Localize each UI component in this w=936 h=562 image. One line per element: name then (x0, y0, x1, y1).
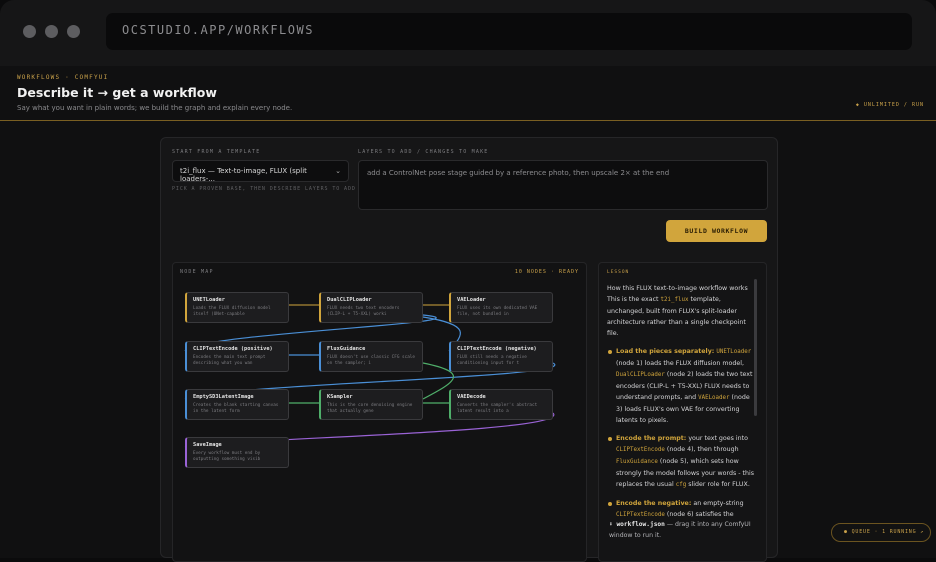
header-divider (0, 120, 936, 121)
lesson-bullet-2: Encode the prompt: your text goes into C… (607, 433, 757, 491)
window-close-dot[interactable] (23, 25, 36, 38)
lesson-text: (node 4), then through (666, 446, 739, 453)
node-desc: FLUX needs two text encoders (CLIP-L + T… (327, 306, 400, 317)
bullet-title: Encode the prompt: (616, 435, 687, 442)
browser-chrome: OCSTUDIO.APP/WORKFLOWS (0, 0, 936, 66)
code-token: cfg (675, 482, 687, 488)
node-vaeloader[interactable]: VAELoader FLUX uses its own dedicated VA… (449, 292, 553, 323)
lesson-intro: How this FLUX text-to-image workflow wor… (607, 283, 757, 339)
bullet-title: Load the pieces separately: (616, 348, 715, 355)
breadcrumb[interactable]: WORKFLOWS · COMFYUI (17, 74, 108, 81)
node-desc: FLUX uses its own dedicated VAE file, no… (457, 306, 538, 317)
node-desc: Converts the sampler's abstract latent r… (457, 403, 538, 414)
layers-label: LAYERS TO ADD / CHANGES TO MAKE (358, 149, 489, 155)
queue-status-pill[interactable]: ● QUEUE · 1 RUNNING ↗ (831, 523, 931, 542)
node-title: EmptySD3LatentImage (193, 394, 254, 400)
node-desc: FLUX still needs a negative conditioning… (457, 355, 527, 366)
workflow-json-link[interactable]: ⬇ workflow.json (609, 521, 665, 528)
template-select[interactable]: t2i_flux — Text-to-image, FLUX (split lo… (172, 160, 349, 183)
code-token: DualCLIPLoader (616, 372, 665, 378)
node-desc: Loads the FLUX diffusion model itself (U… (193, 306, 271, 317)
node-title: CLIPTextEncode (negative) (457, 346, 537, 352)
browser-window: OCSTUDIO.APP/WORKFLOWS WORKFLOWS · COMFY… (0, 0, 936, 562)
code-token: FluxGuidance (616, 459, 658, 465)
node-vaedecode[interactable]: VAEDecode Converts the sampler's abstrac… (449, 389, 553, 420)
builder-panel: START FROM A TEMPLATE t2i_flux — Text-to… (160, 137, 778, 562)
node-title: UNETLoader (193, 297, 225, 303)
lesson-heading: How this FLUX text-to-image workflow wor… (607, 285, 748, 292)
chevron-down-icon: ⌄ (335, 167, 341, 175)
node-map: NODE MAP 10 NODES · READY UNETLoader Loa… (172, 262, 587, 562)
window-zoom-dot[interactable] (67, 25, 80, 38)
node-desc: This is the core denoising engine that a… (327, 403, 413, 414)
node-title: CLIPTextEncode (positive) (193, 346, 273, 352)
bullet-title: Encode the negative: (616, 500, 692, 507)
node-saveimage[interactable]: SaveImage Every workflow must end by out… (185, 437, 289, 468)
template-label: START FROM A TEMPLATE (172, 149, 261, 155)
code-token: CLIPTextEncode (616, 512, 665, 518)
lesson-text: (node 1) loads the FLUX diffusion model, (616, 360, 745, 367)
node-dualcliploader[interactable]: DualCLIPLoader FLUX needs two text encod… (319, 292, 423, 323)
page: WORKFLOWS · COMFYUI Describe it → get a … (0, 66, 936, 562)
node-title: DualCLIPLoader (327, 297, 372, 303)
code-token: CLIPTextEncode (616, 447, 665, 453)
url-text: OCSTUDIO.APP/WORKFLOWS (122, 23, 314, 37)
node-unetloader[interactable]: UNETLoader Loads the FLUX diffusion mode… (185, 292, 289, 323)
node-cliptextencode-positive[interactable]: CLIPTextEncode (positive) Encodes the ma… (185, 341, 289, 372)
code-token: UNETLoader (716, 349, 752, 355)
node-ksampler[interactable]: KSampler This is the core denoising engi… (319, 389, 423, 420)
page-subtitle: Say what you want in plain words; we bui… (17, 104, 293, 112)
lesson-bullet-3: Encode the negative: an empty-string CLI… (607, 498, 757, 521)
node-fluxguidance[interactable]: FluxGuidance FLUX doesn't use classic CF… (319, 341, 423, 372)
node-title: VAELoader (457, 297, 486, 303)
lesson-text: your text goes into (688, 435, 748, 442)
node-cliptextencode-negative[interactable]: CLIPTextEncode (negative) FLUX still nee… (449, 341, 553, 372)
node-desc: Every workflow must end by outputting so… (193, 451, 261, 462)
usage-badge: ◆ UNLIMITED / RUN (855, 102, 924, 108)
node-title: KSampler (327, 394, 353, 400)
node-desc: Encodes the main text prompt describing … (193, 355, 266, 366)
download-hint: ⬇ workflow.json — drag it into any Comfy… (609, 519, 774, 541)
address-bar[interactable]: OCSTUDIO.APP/WORKFLOWS (106, 13, 912, 50)
lesson-panel[interactable]: LESSON How this FLUX text-to-image workf… (598, 262, 767, 562)
code-token: VAELoader (698, 395, 730, 401)
lesson-label: LESSON (607, 270, 630, 275)
node-title: FluxGuidance (327, 346, 366, 352)
page-title: Describe it → get a workflow (17, 85, 217, 100)
lesson-bullet-1: Load the pieces separately: UNETLoader (… (607, 346, 757, 426)
lesson-text: an empty-string (693, 500, 744, 507)
node-title: SaveImage (193, 442, 222, 448)
window-minimize-dot[interactable] (45, 25, 58, 38)
node-emptysd3latentimage[interactable]: EmptySD3LatentImage Creates the blank st… (185, 389, 289, 420)
code-token: t2i_flux (660, 297, 689, 303)
lesson-text: This is the exact (607, 296, 659, 303)
lesson-text: (node 6) satisfies the (666, 511, 734, 518)
node-desc: Creates the blank starting canvas in the… (193, 403, 279, 414)
node-title: VAEDecode (457, 394, 486, 400)
layers-textarea[interactable]: add a ControlNet pose stage guided by a … (358, 160, 768, 210)
lesson-text: slider role for FLUX. (688, 481, 750, 488)
template-value: t2i_flux — Text-to-image, FLUX (split lo… (180, 167, 307, 183)
node-desc: FLUX doesn't use classic CFG scale on th… (327, 355, 415, 366)
lesson-body: How this FLUX text-to-image workflow wor… (607, 283, 757, 528)
build-workflow-button[interactable]: BUILD WORKFLOW (666, 220, 767, 242)
template-hint: PICK A PROVEN BASE, THEN DESCRIBE LAYERS… (172, 186, 356, 192)
